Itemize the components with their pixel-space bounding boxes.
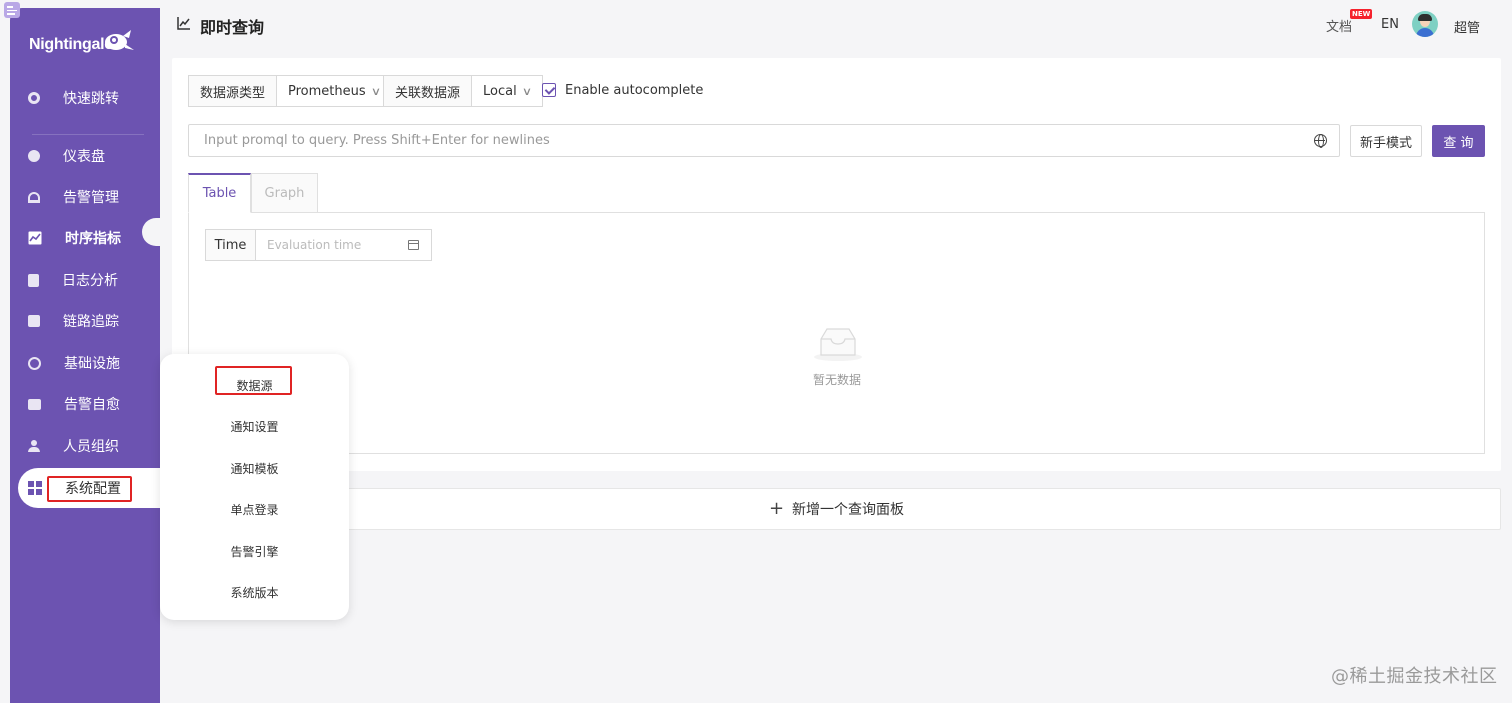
time-label: Time — [206, 230, 256, 260]
empty-state-text: 暂无数据 — [812, 373, 861, 387]
datasource-type-label: 数据源类型 — [189, 76, 278, 106]
submenu-item-notification-templates[interactable]: 通知模板 — [160, 460, 349, 477]
datasource-type-select[interactable]: 数据源类型 Prometheus ∨ — [188, 75, 392, 107]
docs-link[interactable]: 文档 — [1326, 16, 1352, 35]
link-icon — [28, 315, 40, 327]
related-datasource-value: Local — [483, 83, 517, 99]
sidebar-item-label: 链路追踪 — [63, 314, 119, 330]
query-button[interactable]: 查 询 — [1432, 125, 1485, 157]
globe-icon[interactable] — [1314, 134, 1327, 148]
submenu-item-alert-engine[interactable]: 告警引擎 — [160, 543, 349, 560]
user-icon — [28, 440, 40, 452]
sidebar: Nightingale 快速跳转 仪表盘 告警管理 时序指标 日志分析 链路追踪… — [10, 8, 170, 703]
highlight-box-system-config — [47, 476, 132, 502]
add-query-panel-label: 新增一个查询面板 — [792, 502, 905, 518]
chevron-down-icon: ∨ — [370, 84, 381, 98]
add-query-panel-button[interactable]: + 新增一个查询面板 — [172, 488, 1501, 530]
sidebar-item-time-series-metrics[interactable]: 时序指标 — [18, 220, 160, 256]
plus-icon: + — [768, 498, 785, 519]
target-icon — [28, 356, 41, 370]
evaluation-time-picker[interactable]: Time Evaluation time — [205, 229, 432, 261]
highlight-box-datasource — [215, 366, 292, 395]
sidebar-item-infrastructure[interactable]: 基础设施 — [18, 345, 160, 381]
sidebar-item-log-analysis[interactable]: 日志分析 — [18, 262, 160, 298]
related-datasource-select[interactable]: 关联数据源 Local ∨ — [383, 75, 543, 107]
chevron-down-icon: ∨ — [521, 84, 532, 98]
terminal-icon — [28, 398, 41, 410]
sidebar-item-label: 人员组织 — [63, 439, 119, 455]
sidebar-item-label: 日志分析 — [62, 273, 118, 289]
submenu-item-notification-settings[interactable]: 通知设置 — [160, 418, 349, 435]
submenu-item-sso[interactable]: 单点登录 — [160, 501, 349, 518]
app-logo-text: Nightingale — [29, 36, 113, 53]
sidebar-item-dashboard[interactable]: 仪表盘 — [18, 138, 160, 174]
page-title: 即时查询 — [200, 18, 265, 37]
promql-input-placeholder: Input promql to query. Press Shift+Enter… — [204, 133, 550, 148]
sidebar-item-label: 告警管理 — [63, 190, 119, 206]
datasource-type-value: Prometheus — [288, 83, 366, 99]
nightingale-bird-logo-icon — [105, 30, 134, 50]
sidebar-item-tracing[interactable]: 链路追踪 — [18, 303, 160, 339]
avatar[interactable] — [1412, 11, 1438, 37]
submenu-item-system-version[interactable]: 系统版本 — [160, 584, 349, 601]
empty-inbox-icon — [814, 328, 862, 361]
sidebar-item-label: 仪表盘 — [63, 149, 105, 165]
sidebar-item-alarm-management[interactable]: 告警管理 — [18, 179, 160, 215]
tab-graph[interactable]: Graph — [251, 173, 318, 213]
user-name[interactable]: 超管 — [1454, 17, 1480, 36]
sidebar-item-label: 快速跳转 — [63, 91, 119, 107]
evaluation-time-input[interactable]: Evaluation time — [256, 230, 431, 260]
line-chart-icon — [177, 17, 190, 30]
watermark: @稀土掘金技术社区 — [1331, 666, 1498, 687]
related-datasource-value-wrap[interactable]: Local ∨ — [472, 76, 542, 106]
top-header: 即时查询 文档 NEW EN 超管 ∨ — [160, 0, 1512, 48]
query-card: 数据源类型 Prometheus ∨ 关联数据源 Local ∨ Enable … — [172, 58, 1501, 471]
table-tab-panel: Time Evaluation time 暂无数据 — [188, 212, 1485, 454]
language-switch[interactable]: EN — [1381, 17, 1399, 32]
autocomplete-checkbox[interactable] — [542, 83, 556, 97]
document-icon — [28, 273, 39, 287]
sidebar-item-people-org[interactable]: 人员组织 — [18, 428, 160, 464]
sidebar-divider — [32, 134, 144, 135]
sidebar-item-label: 基础设施 — [64, 356, 120, 372]
dashboard-icon — [28, 150, 40, 162]
related-datasource-label: 关联数据源 — [384, 76, 473, 106]
grid-icon — [28, 481, 42, 495]
promql-input[interactable]: Input promql to query. Press Shift+Enter… — [188, 124, 1340, 157]
sidebar-item-label: 时序指标 — [65, 231, 121, 247]
datasource-type-value-wrap[interactable]: Prometheus ∨ — [277, 76, 391, 106]
calendar-icon — [408, 240, 419, 250]
sidebar-item-quick-jump[interactable]: 快速跳转 — [18, 80, 160, 116]
autocomplete-label[interactable]: Enable autocomplete — [565, 83, 703, 98]
alarm-icon — [28, 191, 40, 203]
line-chart-icon — [28, 231, 42, 245]
new-badge: NEW — [1350, 9, 1373, 19]
tab-table[interactable]: Table — [188, 173, 251, 213]
beginner-mode-button[interactable]: 新手模式 — [1350, 125, 1422, 157]
sidebar-item-label: 告警自愈 — [64, 397, 120, 413]
corner-menu-icon[interactable] — [4, 2, 20, 18]
evaluation-time-placeholder: Evaluation time — [267, 238, 362, 252]
search-icon — [28, 92, 40, 104]
sidebar-item-self-healing[interactable]: 告警自愈 — [18, 386, 160, 422]
